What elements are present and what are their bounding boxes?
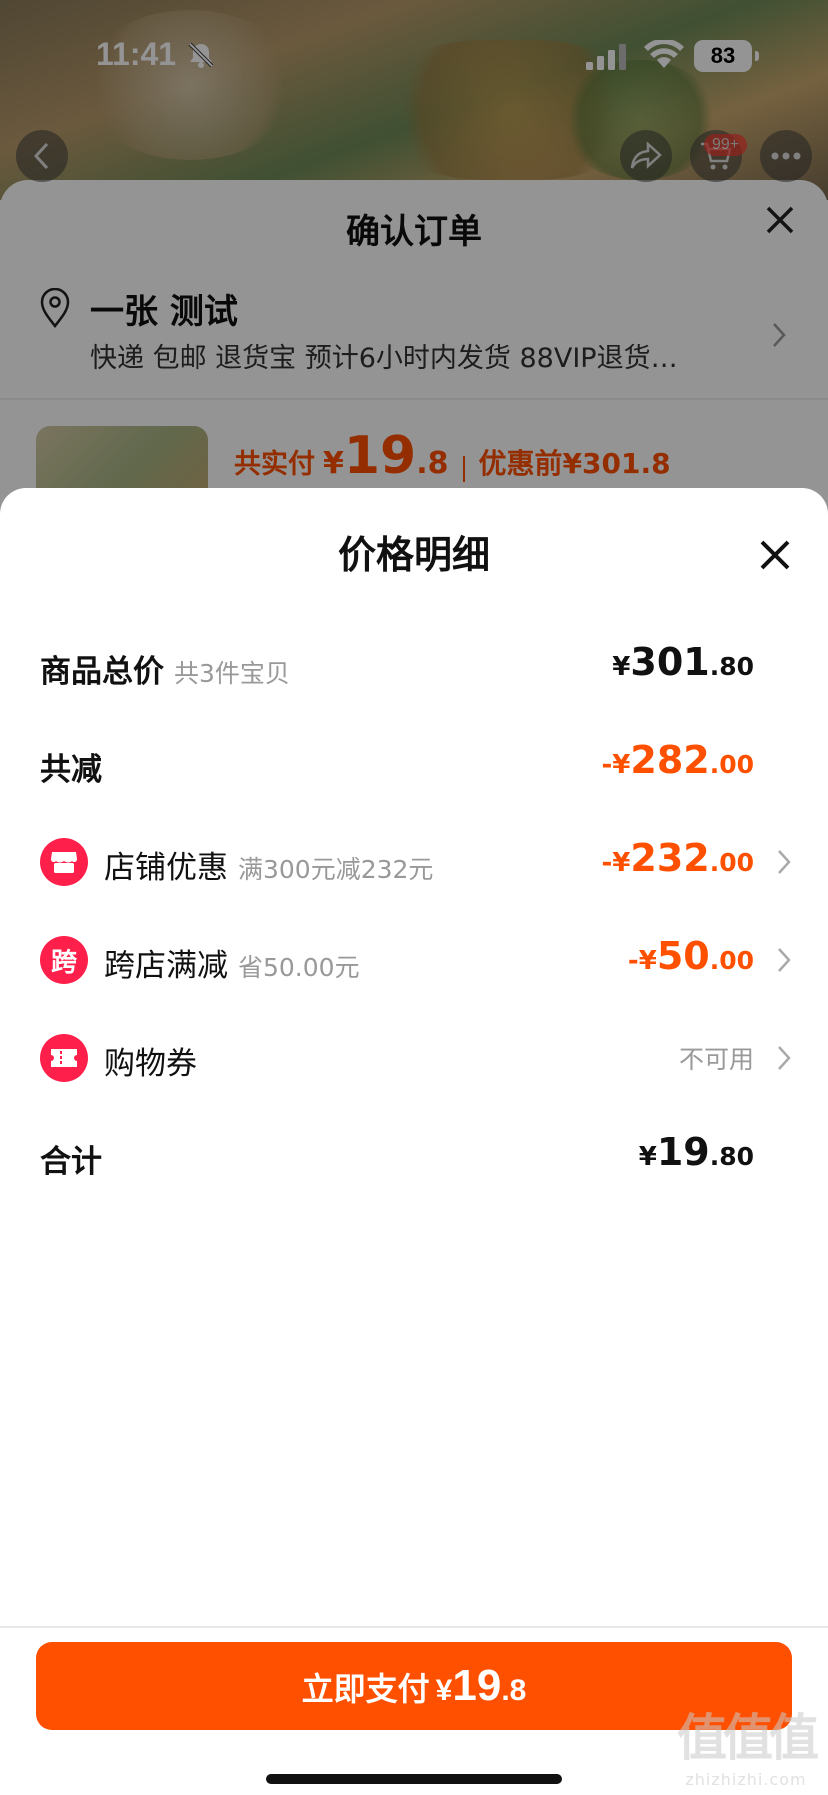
pay-amount-dec: .8 [501,1674,527,1707]
row-label: 店铺优惠 满300元减232元 [104,842,433,887]
currency: -¥ [627,946,657,976]
shop-discount-value: -¥232.00 [601,836,754,880]
currency: -¥ [601,750,631,780]
watermark-main: 值值值 [677,1709,819,1767]
pay-button-label: 立即支付 [301,1671,430,1707]
amount-int: 50 [656,934,710,978]
cross-store-saving: 省50.00元 [238,953,360,982]
row-goods-total: 商品总价 共3件宝贝 ¥301.80 [0,636,828,696]
pay-amount-int: 19 [452,1661,502,1710]
shop-discount-rule: 满300元减232元 [238,855,434,884]
price-detail-title: 价格明细 [337,533,490,577]
price-detail-sheet: 价格明细 商品总价 共3件宝贝 ¥301.80 共减 -¥282.00 店铺优惠满… [0,488,828,1795]
goods-count: 共3件宝贝 [174,659,290,688]
row-label: 跨店满减 省50.00元 [104,940,360,985]
goods-total-value: ¥301.80 [612,640,754,684]
row-label: 商品总价 共3件宝贝 [40,646,290,691]
chevron-right-icon [778,948,791,972]
row-total-discount: 共减 -¥282.00 [0,734,828,794]
coupon-icon [40,1034,88,1082]
amount-int: 282 [630,738,710,782]
amount-dec: .80 [709,1142,754,1171]
total-label: 合计 [40,1144,102,1180]
cross-store-value: -¥50.00 [628,934,754,978]
row-total: 合计 ¥19.80 [0,1126,828,1186]
currency: ¥ [612,652,631,682]
amount-dec: .00 [709,750,754,779]
shop-icon [40,838,88,886]
coupon-label: 购物券 [104,1046,197,1082]
row-shopping-coupon[interactable]: 购物券 不可用 [0,1028,828,1088]
divider [0,1626,828,1628]
coupon-status: 不可用 [678,1045,754,1074]
total-value: ¥19.80 [639,1130,754,1174]
shop-discount-label: 店铺优惠 [104,850,228,886]
total-discount-label: 共减 [40,752,102,788]
home-indicator[interactable] [266,1774,562,1784]
currency: ¥ [638,1142,657,1172]
amount-int: 301 [630,640,710,684]
cross-store-badge-icon: 跨 [40,936,88,984]
amount-dec: .00 [709,946,754,975]
amount-dec: .00 [709,848,754,877]
pay-currency: ¥ [435,1674,453,1707]
total-discount-value: -¥282.00 [601,738,754,782]
close-icon[interactable] [758,538,792,572]
amount-int: 19 [656,1130,710,1174]
row-cross-store-discount[interactable]: 跨 跨店满减 省50.00元 -¥50.00 [0,930,828,990]
amount-int: 232 [630,836,710,880]
watermark-url: zhizhizhi.com [685,1770,807,1789]
row-shop-discount[interactable]: 店铺优惠 满300元减232元 -¥232.00 [0,832,828,892]
chevron-right-icon [778,1046,791,1070]
currency: -¥ [601,848,631,878]
goods-total-label: 商品总价 [40,654,164,690]
watermark-logo: 值值值 zhizhizhi.com [676,1698,819,1789]
amount-dec: .80 [709,652,754,681]
chevron-right-icon [778,850,791,874]
cross-store-label: 跨店满减 [104,948,228,984]
